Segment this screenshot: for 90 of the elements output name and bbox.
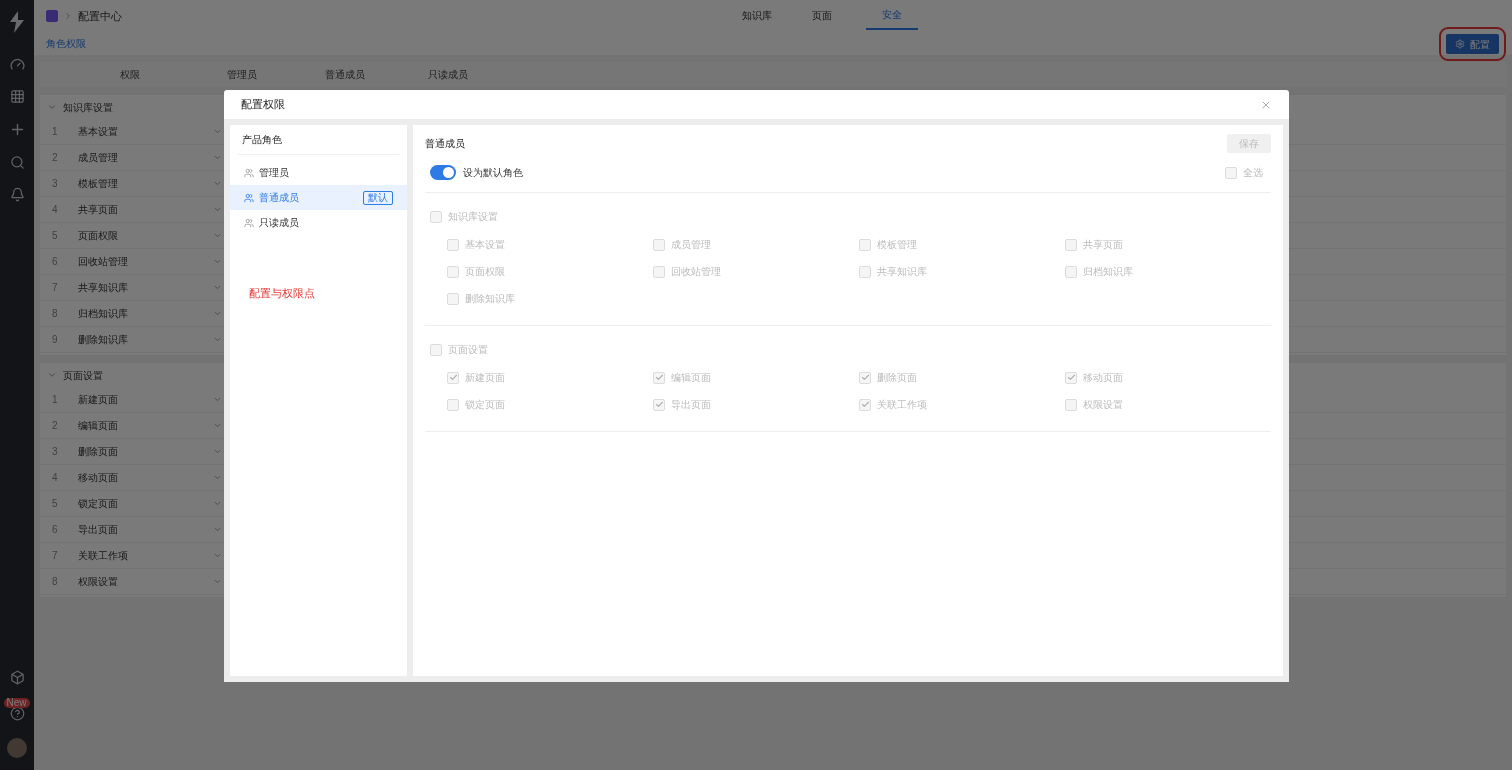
default-tag: 默认 bbox=[363, 190, 393, 205]
dropdown-chevron-icon[interactable] bbox=[213, 153, 222, 162]
dropdown-chevron-icon[interactable] bbox=[213, 551, 222, 560]
dropdown-chevron-icon[interactable] bbox=[213, 127, 222, 136]
row-index: 4 bbox=[51, 203, 59, 217]
permission-name: 新建页面 bbox=[78, 393, 119, 407]
column-header: 管理员 bbox=[225, 68, 258, 82]
sub-tab[interactable]: 角色权限 bbox=[46, 36, 86, 51]
group-title: 页面设置 bbox=[63, 368, 103, 383]
column-header: 权限 bbox=[119, 68, 141, 82]
role-item[interactable]: 只读成员 bbox=[230, 210, 407, 235]
permission-label: 导出页面 bbox=[671, 398, 711, 412]
top-tab[interactable]: 安全 bbox=[866, 0, 918, 30]
permission-name: 模板管理 bbox=[78, 177, 119, 191]
row-index: 7 bbox=[51, 549, 59, 563]
dropdown-chevron-icon[interactable] bbox=[213, 473, 222, 482]
apps-grid-icon[interactable] bbox=[9, 89, 25, 104]
permission-label: 成员管理 bbox=[671, 238, 711, 252]
role-item[interactable]: 管理员 bbox=[230, 160, 407, 185]
dropdown-chevron-icon[interactable] bbox=[213, 395, 222, 404]
toggle-label: 设为默认角色 bbox=[463, 166, 523, 180]
collapse-chevron-icon[interactable] bbox=[47, 370, 57, 380]
group-title: 知识库设置 bbox=[63, 100, 113, 115]
gauge-icon[interactable] bbox=[9, 57, 25, 72]
top-tab[interactable]: 知识库 bbox=[736, 0, 778, 30]
role-item[interactable]: 普通成员 默认 bbox=[230, 185, 407, 210]
permission-name: 页面权限 bbox=[78, 229, 119, 243]
dropdown-chevron-icon[interactable] bbox=[213, 309, 222, 318]
permission-label: 关联工作项 bbox=[877, 398, 927, 412]
select-all-label: 全选 bbox=[1243, 166, 1263, 180]
dropdown-chevron-icon[interactable] bbox=[213, 257, 222, 266]
permission-label: 共享页面 bbox=[1083, 238, 1123, 252]
new-badge: New bbox=[3, 698, 30, 708]
permission-name: 回收站管理 bbox=[78, 255, 129, 269]
gear-icon bbox=[1455, 39, 1465, 49]
dropdown-chevron-icon[interactable] bbox=[213, 525, 222, 534]
dropdown-chevron-icon[interactable] bbox=[213, 499, 222, 508]
dropdown-chevron-icon[interactable] bbox=[213, 283, 222, 292]
users-icon bbox=[244, 192, 254, 203]
permission-name: 共享页面 bbox=[78, 203, 119, 217]
permission-name: 删除知识库 bbox=[78, 333, 129, 347]
permission-name: 删除页面 bbox=[78, 445, 119, 459]
row-index: 7 bbox=[51, 281, 59, 295]
dialog-title: 配置权限 bbox=[241, 97, 285, 113]
role-heading: 普通成员 bbox=[425, 137, 465, 151]
column-header: 普通成员 bbox=[323, 68, 366, 82]
collapse-chevron-icon[interactable] bbox=[47, 102, 57, 112]
dropdown-chevron-icon[interactable] bbox=[213, 577, 222, 586]
top-tab[interactable]: 页面 bbox=[806, 0, 838, 30]
avatar[interactable] bbox=[7, 738, 27, 758]
permission-name: 锁定页面 bbox=[78, 497, 119, 511]
permission-name: 编辑页面 bbox=[78, 419, 119, 433]
permission-name: 关联工作项 bbox=[78, 549, 129, 563]
dropdown-chevron-icon[interactable] bbox=[213, 447, 222, 456]
breadcrumb-chevron-icon bbox=[63, 11, 73, 21]
row-index: 3 bbox=[51, 177, 59, 191]
users-icon bbox=[244, 217, 254, 228]
breadcrumb-title: 配置中心 bbox=[78, 8, 122, 24]
toggle-switch[interactable] bbox=[430, 165, 456, 180]
cube-icon[interactable] bbox=[9, 670, 25, 685]
permission-label: 锁定页面 bbox=[465, 398, 505, 412]
permission-name: 移动页面 bbox=[78, 471, 119, 485]
permission-label: 回收站管理 bbox=[671, 265, 721, 279]
help-icon[interactable] bbox=[9, 706, 25, 721]
permission-name: 归档知识库 bbox=[78, 307, 129, 321]
users-icon bbox=[244, 167, 254, 178]
dropdown-chevron-icon[interactable] bbox=[213, 205, 222, 214]
dropdown-chevron-icon[interactable] bbox=[213, 335, 222, 344]
permission-label: 模板管理 bbox=[877, 238, 917, 252]
logo-icon[interactable] bbox=[7, 10, 27, 34]
column-header: 只读成员 bbox=[426, 68, 469, 82]
row-index: 3 bbox=[51, 445, 59, 459]
dropdown-chevron-icon[interactable] bbox=[213, 421, 222, 430]
permission-name: 权限设置 bbox=[78, 575, 119, 589]
permission-label: 删除页面 bbox=[877, 371, 917, 385]
permission-label: 移动页面 bbox=[1083, 371, 1123, 385]
permission-label: 新建页面 bbox=[465, 371, 505, 385]
annotation-text: 配置与权限点 bbox=[249, 286, 316, 301]
permission-name: 导出页面 bbox=[78, 523, 119, 537]
bell-icon[interactable] bbox=[9, 187, 25, 202]
dropdown-chevron-icon[interactable] bbox=[213, 179, 222, 188]
permission-name: 基本设置 bbox=[78, 125, 119, 139]
dropdown-chevron-icon[interactable] bbox=[213, 231, 222, 240]
roles-title: 产品角色 bbox=[242, 133, 282, 147]
permission-label: 编辑页面 bbox=[671, 371, 711, 385]
app-icon bbox=[46, 10, 58, 22]
search-icon[interactable] bbox=[9, 155, 25, 170]
permission-name: 共享知识库 bbox=[78, 281, 129, 295]
row-index: 4 bbox=[51, 471, 59, 485]
permission-name: 成员管理 bbox=[78, 151, 119, 165]
